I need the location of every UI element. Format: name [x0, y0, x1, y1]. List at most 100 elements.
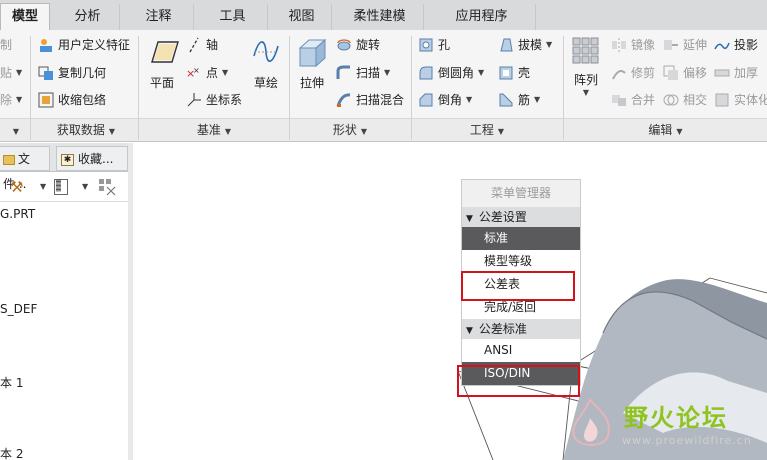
menu-item-standard[interactable]: 标准 [462, 227, 580, 250]
project-button[interactable]: 投影 [714, 35, 758, 55]
coordinate-system-button[interactable]: 坐标系 [186, 90, 242, 110]
draft-button[interactable]: 拔模 ▼ [498, 35, 552, 55]
datum-point-label: 点 [206, 66, 219, 80]
menu-manager-title: 菜单管理器 [462, 180, 580, 207]
settings-tools-icon[interactable]: ⚒ [10, 178, 23, 196]
datum-axis-button[interactable]: 轴 [186, 35, 218, 55]
chevron-down-icon: ▼ [497, 127, 505, 136]
flame-logo-icon [572, 398, 610, 446]
copy-button[interactable]: 制 [0, 35, 12, 55]
chevron-down-icon[interactable]: ▼ [40, 182, 46, 191]
copy-geometry-button[interactable]: 复制几何 [38, 63, 106, 83]
group-label-shapes[interactable]: 形状 ▼ [290, 120, 410, 140]
shell-label: 壳 [518, 66, 531, 80]
sketch-label: 草绘 [253, 76, 278, 90]
user-defined-feature-button[interactable]: 用户定义特征 [38, 35, 130, 55]
offset-label: 偏移 [683, 66, 708, 80]
pattern-button[interactable]: 阵列 ▼ [568, 36, 604, 97]
delete-button[interactable]: 除 ▼ [0, 90, 22, 110]
sweep-button[interactable]: 扫描 ▼ [336, 63, 390, 83]
group-label-get-data[interactable]: 获取数据 ▼ [34, 120, 138, 140]
draft-icon [498, 37, 514, 53]
watermark-text: 野火论坛 [624, 404, 728, 432]
group-separator [30, 36, 31, 140]
swept-blend-label: 扫描混合 [356, 93, 405, 107]
thicken-button[interactable]: 加厚 [714, 63, 758, 83]
chevron-down-icon: ▼ [16, 95, 23, 104]
solidify-button[interactable]: 实体化 [714, 90, 767, 110]
sweep-icon [336, 65, 352, 81]
extrude-label: 拉伸 [299, 76, 324, 90]
datum-plane-button[interactable]: 平面 [143, 36, 181, 91]
tab-flexible-modeling[interactable]: 柔性建模 [336, 4, 424, 30]
chevron-down-icon: ▼ [534, 95, 541, 104]
tree-item-csys-def[interactable]: S_DEF [0, 302, 37, 316]
pattern-label: 阵列 [573, 73, 598, 87]
chamfer-button[interactable]: 倒角 ▼ [418, 90, 472, 110]
tree-item-copy-2[interactable]: 本 2 [0, 445, 23, 460]
paste-label: 贴 [0, 66, 13, 80]
round-button[interactable]: 倒圆角 ▼ [418, 63, 484, 83]
tab-view[interactable]: 视图 [272, 4, 332, 30]
merge-label: 合并 [631, 93, 656, 107]
shell-icon [498, 65, 514, 81]
tab-annotate[interactable]: 注释 [124, 4, 194, 30]
tab-model[interactable]: 模型 [0, 3, 50, 31]
trim-label: 修剪 [631, 66, 656, 80]
tab-analysis[interactable]: 分析 [56, 4, 120, 30]
revolve-button[interactable]: 旋转 [336, 35, 380, 55]
datum-plane-label: 平面 [149, 76, 174, 90]
section-tolerance-setup[interactable]: ▼ 公差设置 [462, 207, 580, 227]
watermark-logo: 野火论坛 www.proewildfire.cn [560, 392, 767, 460]
navigator-tabs: 文件... ✱ 收藏... [0, 143, 131, 191]
chevron-down-icon[interactable]: ▼ [82, 182, 88, 191]
show-list-icon[interactable]: ≡ ≡ ≡ [54, 178, 68, 195]
chevron-down-icon: ▼ [676, 127, 683, 136]
paste-button[interactable]: 贴 ▼ [0, 63, 22, 83]
shrinkwrap-icon [38, 92, 54, 108]
project-icon [714, 37, 730, 53]
group-label-datum[interactable]: 基准 ▼ [140, 120, 288, 140]
shell-button[interactable]: 壳 [498, 63, 530, 83]
mirror-button[interactable]: 镜像 [611, 35, 655, 55]
tab-favorites[interactable]: ✱ 收藏... [56, 146, 128, 171]
chevron-down-icon: ▼ [546, 40, 553, 49]
point-icon: × × [186, 65, 202, 81]
group-label-operations[interactable]: ▼ [0, 120, 28, 140]
intersect-button[interactable]: 相交 [663, 90, 707, 110]
rib-button[interactable]: 筋 ▼ [498, 90, 540, 110]
offset-button[interactable]: 偏移 [663, 63, 707, 83]
tab-tools[interactable]: 工具 [198, 4, 268, 30]
group-separator [138, 36, 139, 140]
group-label-editing[interactable]: 编辑 ▼ [564, 120, 767, 140]
merge-button[interactable]: 合并 [611, 90, 655, 110]
trim-button[interactable]: 修剪 [611, 63, 655, 83]
intersect-icon [663, 92, 679, 108]
hole-button[interactable]: 孔 [418, 35, 450, 55]
tab-file-browser[interactable]: 文件... [0, 146, 50, 191]
extrude-button[interactable]: 拉伸 [294, 36, 330, 91]
swept-blend-icon [336, 92, 352, 108]
section-tolerance-setup-label: 公差设置 [478, 210, 527, 224]
datum-point-button[interactable]: × × 点 ▼ [186, 63, 228, 83]
sketch-button[interactable]: 草绘 [248, 36, 284, 91]
swept-blend-button[interactable]: 扫描混合 [336, 90, 404, 110]
shrinkwrap-label: 收缩包络 [58, 93, 107, 107]
group-label-engineering[interactable]: 工程 ▼ [412, 120, 562, 140]
extend-button[interactable]: 延伸 [663, 35, 707, 55]
tree-item-part[interactable]: G.PRT [0, 207, 35, 221]
datum-axis-label: 轴 [206, 38, 219, 52]
sketch-icon [253, 41, 279, 62]
menu-item-ansi[interactable]: ANSI [462, 339, 580, 362]
folder-icon [3, 154, 15, 165]
shrinkwrap-button[interactable]: 收缩包络 [38, 90, 106, 110]
tree-filter-icon[interactable] [98, 178, 116, 196]
section-tolerance-standard[interactable]: ▼ 公差标准 [462, 319, 580, 339]
collapse-triangle-icon: ▼ [466, 214, 473, 224]
tab-applications[interactable]: 应用程序 [428, 4, 536, 30]
extend-label: 延伸 [683, 38, 708, 52]
solidify-icon [714, 92, 730, 108]
menu-item-model-grade[interactable]: 模型等级 [462, 250, 580, 273]
tree-item-copy-1[interactable]: 本 1 [0, 374, 23, 391]
offset-icon [663, 65, 679, 81]
